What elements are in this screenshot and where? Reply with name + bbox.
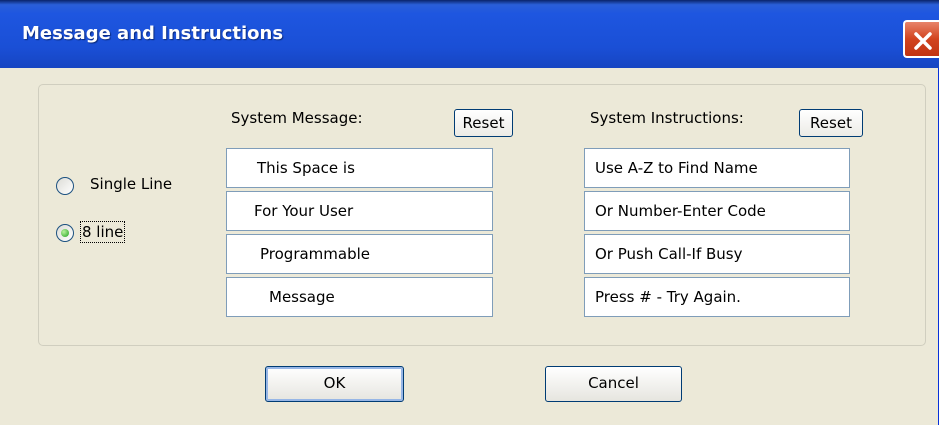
single-line-radio[interactable] (56, 177, 74, 195)
message-line-3[interactable]: Programmable (226, 234, 493, 274)
eight-line-radio[interactable] (56, 224, 74, 242)
close-icon (914, 32, 932, 50)
system-message-label: System Message: (231, 109, 363, 127)
instruction-line-2[interactable]: Or Number-Enter Code (584, 191, 850, 231)
title-bar[interactable]: Message and Instructions (0, 0, 939, 68)
single-line-label[interactable]: Single Line (90, 175, 172, 193)
eight-line-label[interactable]: 8 line (79, 221, 126, 243)
cancel-button[interactable]: Cancel (545, 366, 682, 402)
system-instructions-label: System Instructions: (590, 109, 744, 127)
message-line-4[interactable]: Message (226, 277, 493, 317)
instruction-line-4[interactable]: Press # - Try Again. (584, 277, 850, 317)
radio-selected-dot (61, 229, 69, 237)
instruction-line-1[interactable]: Use A-Z to Find Name (584, 148, 850, 188)
message-reset-button[interactable]: Reset (454, 109, 513, 137)
message-line-2[interactable]: For Your User (226, 191, 493, 231)
instructions-reset-button[interactable]: Reset (799, 109, 863, 137)
ok-button[interactable]: OK (265, 366, 404, 402)
instruction-line-3[interactable]: Or Push Call-If Busy (584, 234, 850, 274)
window-title: Message and Instructions (22, 23, 284, 44)
message-line-1[interactable]: This Space is (226, 148, 493, 188)
close-button[interactable] (903, 20, 939, 58)
